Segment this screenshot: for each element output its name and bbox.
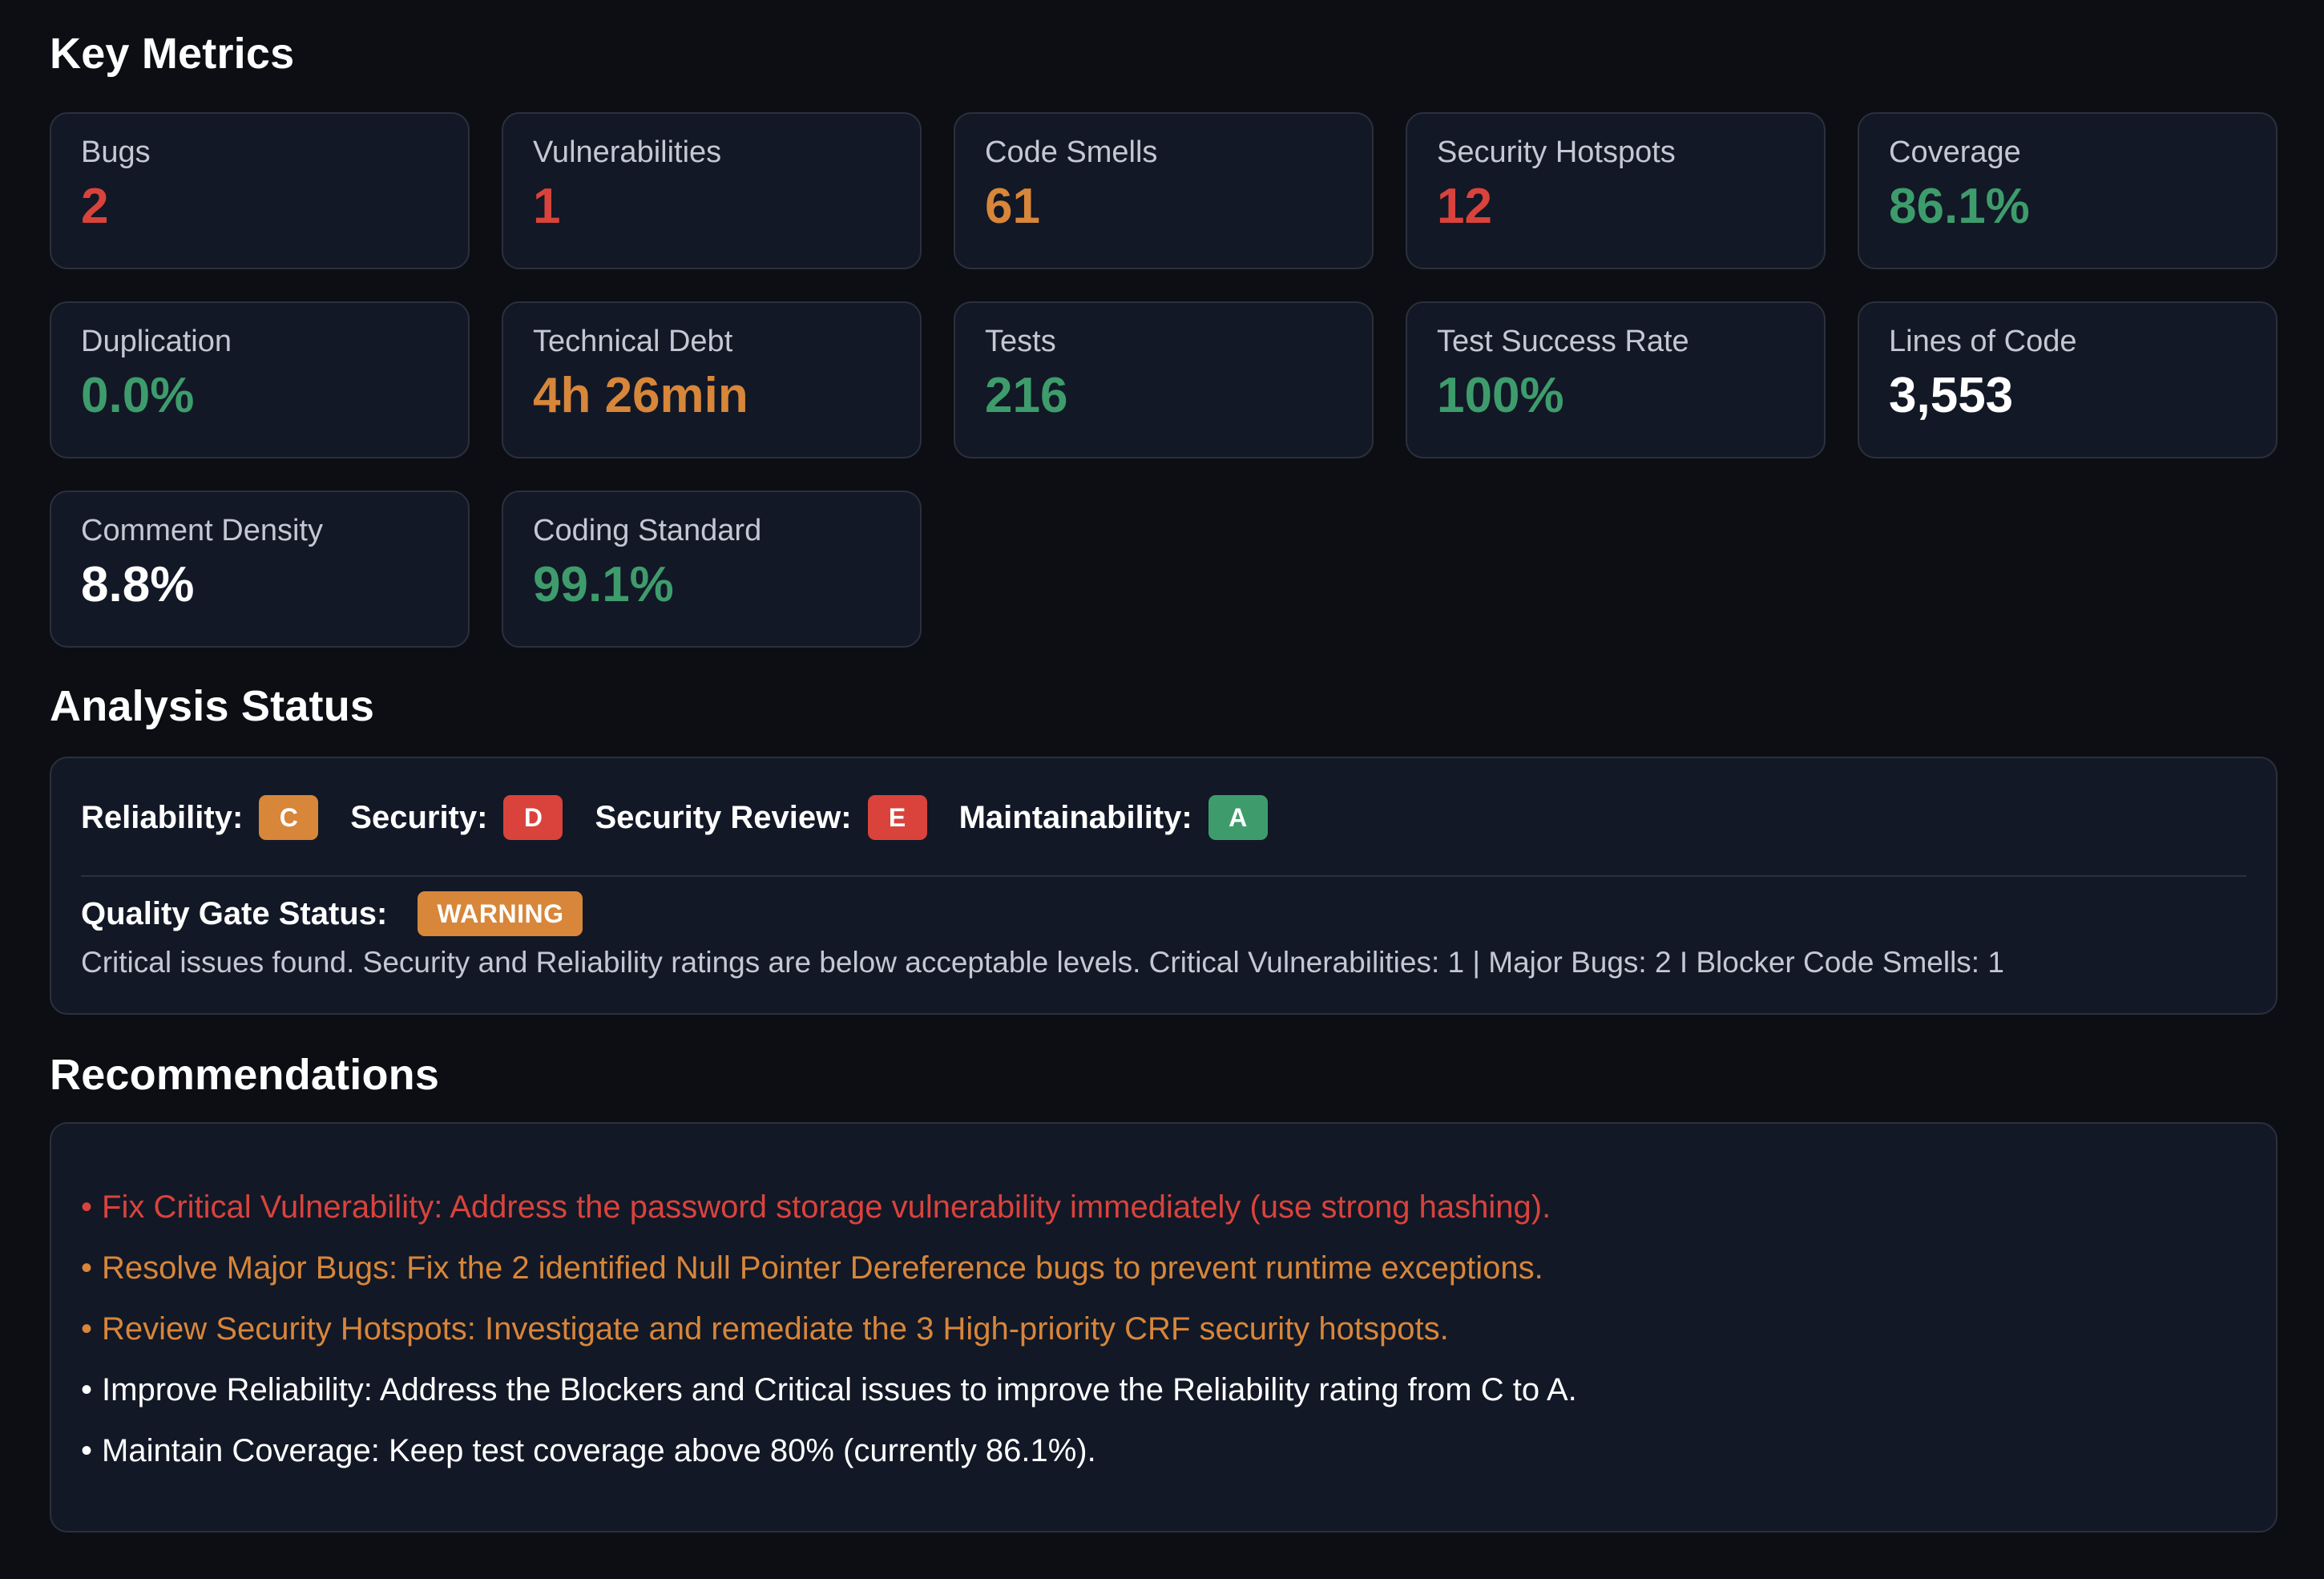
bullet-icon: •: [81, 1433, 93, 1468]
metrics-grid: Bugs 2 Vulnerabilities 1 Code Smells 61 …: [50, 112, 2278, 648]
metric-value: 0.0%: [81, 367, 195, 423]
quality-gate-label: Quality Gate Status:: [81, 895, 388, 931]
metric-card-tests: Tests 216: [954, 301, 1374, 458]
rating-badge: D: [503, 795, 563, 840]
rating-label: Security Review:: [595, 799, 852, 835]
metric-value: 99.1%: [533, 556, 674, 612]
recommendations-list: • Fix Critical Vulnerability: Address the…: [81, 1177, 1577, 1481]
rating-badge: E: [867, 795, 927, 840]
metric-label: Test Success Rate: [1437, 325, 1689, 358]
dashboard-page: Key Metrics Bugs 2 Vulnerabilities 1 Cod…: [0, 0, 2324, 1579]
rating-security-review: Security Review: E: [595, 795, 927, 840]
metric-value: 1: [533, 178, 561, 234]
rating-badge: C: [259, 795, 319, 840]
metric-value: 216: [985, 367, 1068, 423]
rating-reliability: Reliability: C: [81, 795, 319, 840]
metric-card-bugs: Bugs 2: [50, 112, 470, 269]
metric-card-comment-density: Comment Density 8.8%: [50, 491, 470, 648]
metric-value: 61: [985, 178, 1040, 234]
metric-label: Vulnerabilities: [533, 135, 722, 169]
rating-label: Security:: [350, 799, 488, 835]
analysis-status-title: Analysis Status: [50, 682, 375, 730]
rating-label: Maintainability:: [958, 799, 1192, 835]
metric-label: Comment Density: [81, 514, 323, 547]
metric-value: 2: [81, 178, 109, 234]
metric-card-coverage: Coverage 86.1%: [1858, 112, 2278, 269]
ratings-row: Reliability: C Security: D Security Revi…: [81, 795, 1300, 840]
metric-card-vulnerabilities: Vulnerabilities 1: [502, 112, 922, 269]
metric-label: Coverage: [1889, 135, 2021, 169]
bullet-icon: •: [81, 1311, 93, 1347]
key-metrics-title: Key Metrics: [50, 30, 295, 78]
recommendation-text: Fix Critical Vulnerability: Address the …: [102, 1189, 1551, 1225]
metric-label: Duplication: [81, 325, 232, 358]
metric-label: Security Hotspots: [1437, 135, 1676, 169]
recommendation-item: • Fix Critical Vulnerability: Address the…: [81, 1177, 1577, 1238]
metric-card-technical-debt: Technical Debt 4h 26min: [502, 301, 922, 458]
metric-value: 12: [1437, 178, 1492, 234]
quality-gate-row: Quality Gate Status: WARNING: [81, 891, 583, 936]
metric-value: 100%: [1437, 367, 1564, 423]
metric-value: 4h 26min: [533, 367, 748, 423]
divider: [81, 875, 2246, 877]
recommendation-text: Resolve Major Bugs: Fix the 2 identified…: [102, 1250, 1543, 1286]
recommendations-title: Recommendations: [50, 1051, 440, 1099]
recommendation-text: Maintain Coverage: Keep test coverage ab…: [102, 1433, 1096, 1468]
recommendation-item: • Maintain Coverage: Keep test coverage a…: [81, 1420, 1577, 1481]
analysis-status-panel: Reliability: C Security: D Security Revi…: [50, 757, 2278, 1015]
quality-gate-description: Critical issues found. Security and Reli…: [81, 946, 2004, 979]
metric-value: 8.8%: [81, 556, 195, 612]
metric-label: Coding Standard: [533, 514, 762, 547]
recommendation-item: • Resolve Major Bugs: Fix the 2 identifie…: [81, 1238, 1577, 1298]
metric-card-lines-of-code: Lines of Code 3,553: [1858, 301, 2278, 458]
bullet-icon: •: [81, 1189, 93, 1225]
bullet-icon: •: [81, 1372, 93, 1407]
rating-label: Reliability:: [81, 799, 244, 835]
rating-security: Security: D: [350, 795, 563, 840]
metric-label: Code Smells: [985, 135, 1158, 169]
metric-card-code-smells: Code Smells 61: [954, 112, 1374, 269]
recommendation-item: • Improve Reliability: Address the Blocke…: [81, 1359, 1577, 1420]
metric-value: 3,553: [1889, 367, 2014, 423]
metric-label: Lines of Code: [1889, 325, 2077, 358]
metric-card-duplication: Duplication 0.0%: [50, 301, 470, 458]
metric-label: Technical Debt: [533, 325, 733, 358]
quality-gate-status-badge: WARNING: [418, 891, 583, 936]
metric-card-security-hotspots: Security Hotspots 12: [1406, 112, 1826, 269]
metric-value: 86.1%: [1889, 178, 2030, 234]
recommendation-item: • Review Security Hotspots: Investigate a…: [81, 1298, 1577, 1359]
bullet-icon: •: [81, 1250, 93, 1286]
metric-card-coding-standard: Coding Standard 99.1%: [502, 491, 922, 648]
rating-badge: A: [1208, 795, 1268, 840]
recommendation-text: Improve Reliability: Address the Blocker…: [102, 1372, 1577, 1407]
metric-card-test-success-rate: Test Success Rate 100%: [1406, 301, 1826, 458]
metric-label: Bugs: [81, 135, 151, 169]
rating-maintainability: Maintainability: A: [959, 795, 1268, 840]
recommendation-text: Review Security Hotspots: Investigate an…: [102, 1311, 1449, 1347]
metric-label: Tests: [985, 325, 1056, 358]
recommendations-panel: • Fix Critical Vulnerability: Address the…: [50, 1122, 2278, 1533]
